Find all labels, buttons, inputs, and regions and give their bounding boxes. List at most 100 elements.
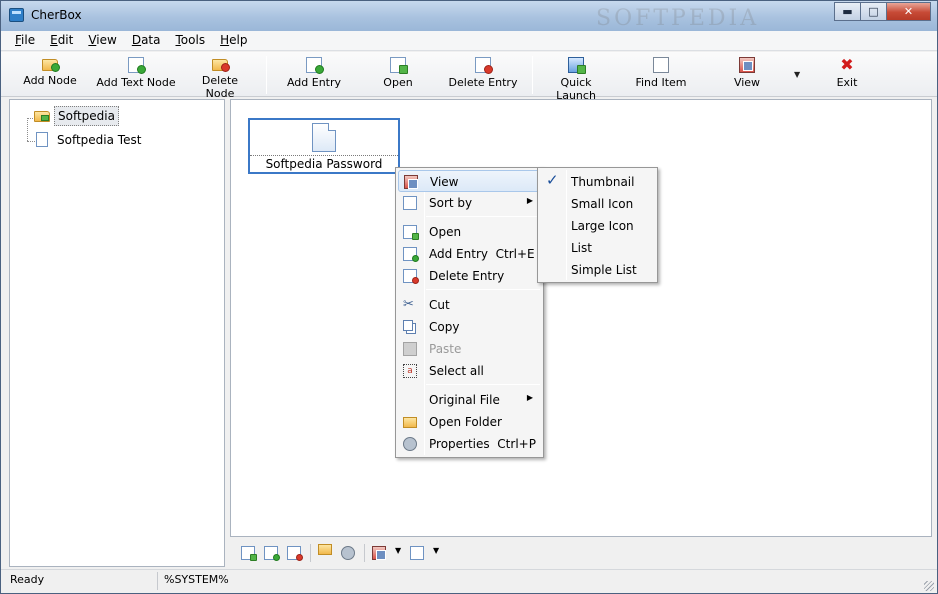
submenu-label: Thumbnail bbox=[571, 175, 635, 189]
copy-icon bbox=[403, 320, 413, 331]
menu-file[interactable]: File bbox=[7, 31, 42, 50]
add-entry-button[interactable]: Add Entry bbox=[284, 55, 344, 95]
ctx-select-all[interactable]: a Select all bbox=[398, 360, 541, 382]
view-label: View bbox=[733, 76, 761, 89]
entries-view-pane[interactable]: Softpedia Password bbox=[230, 99, 932, 537]
open-button[interactable]: Open bbox=[378, 55, 418, 95]
quick-launch-button[interactable]: Quick Launch bbox=[540, 55, 612, 102]
menu-help-accel: H bbox=[220, 33, 230, 47]
delete-entry-button[interactable]: Delete Entry bbox=[448, 55, 518, 95]
submenu-label: Simple List bbox=[571, 263, 637, 277]
menu-view[interactable]: View bbox=[80, 31, 123, 50]
add-folder-icon bbox=[42, 59, 60, 72]
properties-gear-icon[interactable] bbox=[341, 546, 355, 560]
find-item-button[interactable]: Find Item bbox=[633, 55, 689, 95]
delete-node-button[interactable]: Delete Node bbox=[186, 55, 254, 100]
node-tree-pane[interactable]: Softpedia Softpedia Test bbox=[9, 99, 225, 567]
ctx-view[interactable]: View bbox=[398, 170, 541, 192]
resize-grip-icon[interactable] bbox=[924, 581, 934, 591]
window-controls: ▬ □ ✕ bbox=[834, 2, 931, 21]
minimize-button[interactable]: ▬ bbox=[834, 2, 861, 21]
softpedia-watermark: SOFTPEDIA bbox=[596, 6, 760, 31]
ctx-open-folder[interactable]: Open Folder bbox=[398, 411, 541, 433]
toolbar-separator bbox=[532, 56, 533, 94]
status-user: %SYSTEM% bbox=[164, 573, 229, 586]
ctx-properties[interactable]: Properties Ctrl+P bbox=[398, 433, 541, 455]
ctx-sort-by[interactable]: Sort by ▶ bbox=[398, 192, 541, 214]
exit-button[interactable]: ✖ Exit bbox=[833, 55, 861, 95]
view-dropdown-arrow-icon[interactable]: ▼ bbox=[794, 70, 800, 79]
ctx-add-entry-shortcut: Ctrl+E bbox=[495, 247, 535, 261]
close-button[interactable]: ✕ bbox=[886, 2, 931, 21]
sort-by-icon[interactable] bbox=[410, 546, 424, 560]
view-mode-dropdown-icon[interactable]: ▼ bbox=[395, 546, 401, 555]
open-folder-icon[interactable] bbox=[318, 544, 332, 555]
delete-entry-icon bbox=[403, 269, 419, 284]
ctx-open[interactable]: Open bbox=[398, 221, 541, 243]
ctx-open-folder-label: Open Folder bbox=[429, 415, 502, 429]
add-entry-icon bbox=[306, 57, 324, 74]
ctx-cut-label: Cut bbox=[429, 298, 450, 312]
ctx-open-label: Open bbox=[429, 225, 462, 239]
menu-tools[interactable]: Tools bbox=[168, 31, 213, 50]
ctx-original-file[interactable]: Original File ▶ bbox=[398, 389, 541, 411]
delete-entry-label: Delete Entry bbox=[448, 76, 518, 89]
tree-node-label: Softpedia bbox=[54, 106, 119, 126]
menu-help[interactable]: Help bbox=[212, 31, 254, 50]
open-entry-icon[interactable] bbox=[241, 546, 257, 561]
toolbar-separator bbox=[364, 544, 365, 562]
toolbar-separator bbox=[310, 544, 311, 562]
delete-node-label: Delete Node bbox=[201, 74, 239, 100]
ctx-delete-entry[interactable]: Delete Entry bbox=[398, 265, 541, 287]
title-bar[interactable]: CherBox SOFTPEDIA ▬ □ ✕ bbox=[1, 1, 937, 31]
add-text-node-button[interactable]: Add Text Node bbox=[94, 55, 178, 95]
folder-icon bbox=[34, 108, 50, 124]
menu-data[interactable]: Data bbox=[124, 31, 168, 50]
view-submenu: ✓ Thumbnail Small Icon Large Icon List S… bbox=[537, 167, 658, 283]
menu-separator bbox=[426, 384, 540, 385]
add-node-button[interactable]: Add Node bbox=[19, 55, 81, 95]
open-entry-icon bbox=[403, 225, 419, 240]
ctx-cut[interactable]: ✂ Cut bbox=[398, 294, 541, 316]
submenu-list[interactable]: List bbox=[540, 236, 655, 258]
ctx-view-label: View bbox=[430, 175, 459, 189]
menu-help-label: elp bbox=[229, 33, 248, 47]
submenu-thumbnail[interactable]: ✓ Thumbnail bbox=[540, 170, 655, 192]
ctx-sort-by-label: Sort by bbox=[429, 196, 473, 210]
submenu-large-icon[interactable]: Large Icon bbox=[540, 214, 655, 236]
add-entry-label: Add Entry bbox=[286, 76, 342, 89]
ctx-properties-shortcut: Ctrl+P bbox=[497, 437, 536, 451]
sort-dropdown-icon[interactable]: ▼ bbox=[433, 546, 439, 555]
quick-launch-icon bbox=[568, 57, 586, 74]
view-button[interactable]: View bbox=[731, 55, 763, 95]
view-mode-icon[interactable] bbox=[372, 546, 386, 560]
submenu-label: List bbox=[571, 241, 592, 255]
submenu-label: Small Icon bbox=[571, 197, 634, 211]
tree-node-softpedia[interactable]: Softpedia bbox=[34, 106, 119, 126]
add-entry-icon[interactable] bbox=[264, 546, 280, 561]
ctx-copy[interactable]: Copy bbox=[398, 316, 541, 338]
submenu-simple-list[interactable]: Simple List bbox=[540, 258, 655, 280]
menu-data-accel: D bbox=[131, 33, 142, 47]
cherbox-app-icon[interactable] bbox=[9, 8, 24, 22]
menu-separator bbox=[426, 289, 540, 290]
entry-thumbnail[interactable]: Softpedia Password bbox=[248, 118, 400, 174]
menu-bar: File Edit View Data Tools Help bbox=[1, 31, 937, 51]
entries-toolbar: ▼ ▼ bbox=[230, 538, 932, 567]
find-item-label: Find Item bbox=[635, 76, 687, 89]
binoculars-icon bbox=[653, 57, 669, 73]
tree-node-softpedia-test[interactable]: Softpedia Test bbox=[34, 130, 144, 150]
submenu-arrow-icon: ▶ bbox=[526, 393, 533, 402]
submenu-small-icon[interactable]: Small Icon bbox=[540, 192, 655, 214]
delete-entry-icon[interactable] bbox=[287, 546, 303, 561]
document-icon bbox=[312, 123, 336, 152]
menu-edit[interactable]: Edit bbox=[42, 31, 80, 50]
ctx-paste: Paste bbox=[398, 338, 541, 360]
context-menu: View Sort by ▶ Open Add Entry Ctrl+E Del… bbox=[395, 167, 544, 458]
ctx-select-all-label: Select all bbox=[429, 364, 484, 378]
ctx-add-entry[interactable]: Add Entry Ctrl+E bbox=[398, 243, 541, 265]
maximize-button[interactable]: □ bbox=[860, 2, 887, 21]
ctx-properties-label: Properties Ctrl+P bbox=[429, 437, 536, 451]
delete-entry-icon bbox=[475, 57, 493, 74]
submenu-arrow-icon: ▶ bbox=[526, 196, 533, 205]
